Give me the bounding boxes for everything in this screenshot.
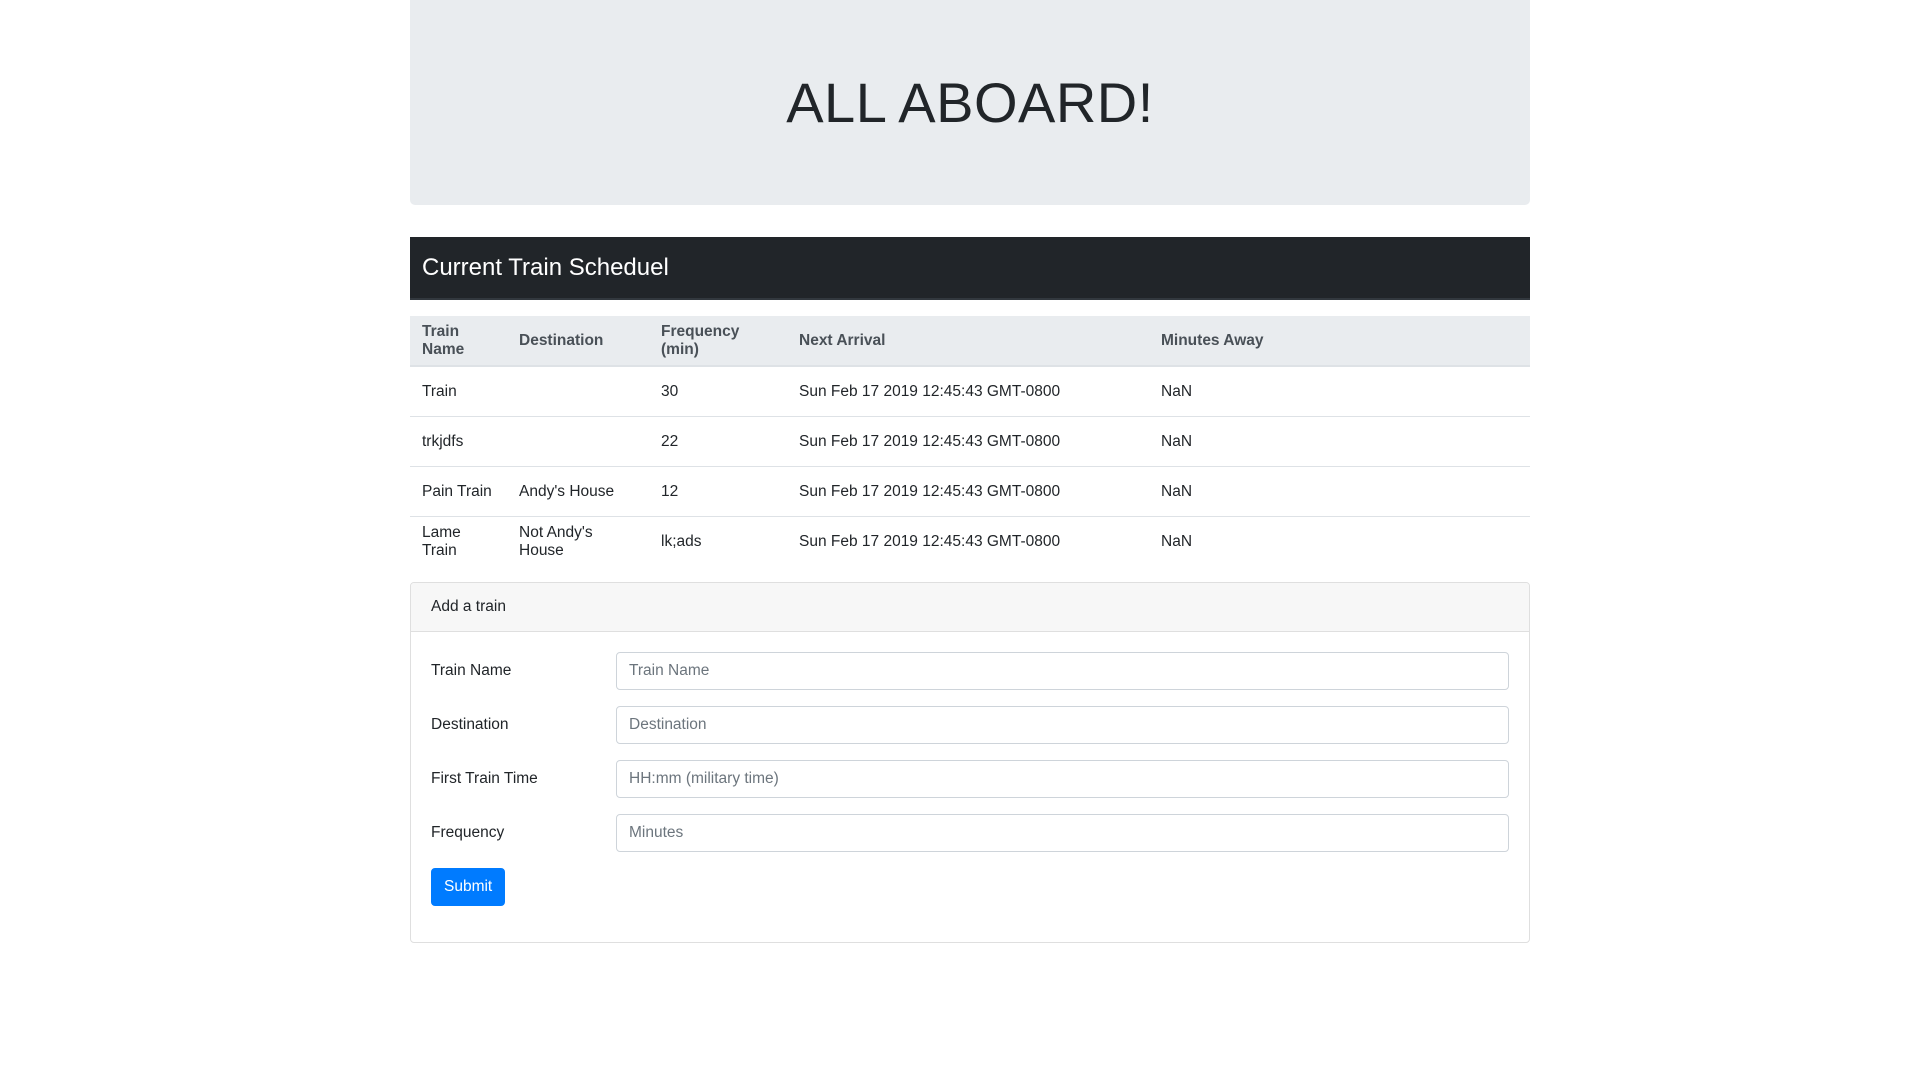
cell-next-arrival: Sun Feb 17 2019 12:45:43 GMT-0800	[787, 466, 1149, 517]
cell-destination: Andy's House	[507, 466, 649, 517]
cell-next-arrival: Sun Feb 17 2019 12:45:43 GMT-0800	[787, 416, 1149, 467]
cell-train-name: Train	[422, 382, 457, 400]
form-row-frequency: Frequency	[431, 814, 1509, 852]
frequency-input[interactable]	[616, 814, 1509, 852]
cell-minutes-away: NaN	[1149, 416, 1530, 467]
cell-minutes-away: NaN	[1149, 466, 1530, 517]
cell-train-name: trkjdfs	[410, 416, 507, 467]
destination-label: Destination	[431, 716, 509, 733]
first-train-time-input[interactable]	[616, 760, 1509, 798]
table-row: Train 30 Sun Feb 17 2019 12:45:43 GMT-08…	[410, 366, 1530, 417]
form-row-first-train-time: First Train Time	[431, 760, 1509, 798]
cell-frequency: 12	[649, 466, 787, 517]
page-title: ALL ABOARD!	[786, 71, 1154, 134]
table-row: Pain Train Andy's House 12 Sun Feb 17 20…	[410, 466, 1530, 517]
add-train-card-header: Add a train	[411, 583, 1529, 632]
cell-destination: Not Andy's House	[507, 516, 649, 566]
column-header-destination: Destination	[507, 316, 649, 367]
cell-train-name: Pain Train	[410, 466, 507, 517]
schedule-header: Current Train Scheduel	[410, 237, 1530, 300]
train-name-label: Train Name	[431, 662, 512, 679]
table-row: Lame Train Not Andy's House lk;ads Sun F…	[410, 516, 1530, 566]
cell-minutes-away: NaN	[1149, 516, 1530, 566]
frequency-label: Frequency	[431, 824, 505, 841]
train-name-input[interactable]	[616, 652, 1509, 690]
cell-destination	[507, 366, 649, 417]
cell-next-arrival: Sun Feb 17 2019 12:45:43 GMT-0800	[799, 382, 1061, 400]
table-body: Train 30 Sun Feb 17 2019 12:45:43 GMT-08…	[410, 366, 1530, 566]
table-row: trkjdfs 22 Sun Feb 17 2019 12:45:43 GMT-…	[410, 416, 1530, 467]
submit-button[interactable]: Submit	[431, 868, 506, 906]
destination-input[interactable]	[616, 706, 1509, 744]
jumbotron: ALL ABOARD!	[410, 0, 1530, 205]
schedule-heading: Current Train Scheduel	[422, 253, 669, 281]
column-header-next-arrival: Next Arrival	[787, 316, 1149, 367]
form-row-destination: Destination	[431, 706, 1509, 744]
cell-train-name: Lame Train	[410, 516, 507, 566]
main-container: ALL ABOARD! Current Train Scheduel Train…	[410, 0, 1530, 943]
form-row-train-name: Train Name	[431, 652, 1509, 690]
column-header-minutes-away: Minutes Away	[1149, 316, 1530, 367]
cell-destination	[507, 416, 649, 467]
first-train-time-label: First Train Time	[431, 770, 538, 787]
cell-frequency: 30	[661, 382, 679, 400]
table-head: Train Name Destination Frequency (min) N…	[410, 316, 1530, 367]
cell-frequency: lk;ads	[649, 516, 787, 566]
cell-frequency: 22	[649, 416, 787, 467]
train-schedule-table: Train Name Destination Frequency (min) N…	[410, 316, 1530, 566]
column-header-frequency: Frequency (min)	[649, 316, 787, 367]
cell-next-arrival: Sun Feb 17 2019 12:45:43 GMT-0800	[787, 516, 1149, 566]
cell-minutes-away: NaN	[1161, 382, 1193, 400]
column-header-train-name: Train Name	[410, 316, 507, 367]
add-train-card: Add a train Train Name Destination First…	[410, 582, 1530, 943]
add-train-form: Train Name Destination First Train Time …	[411, 632, 1529, 942]
table-header-row: Train Name Destination Frequency (min) N…	[410, 316, 1530, 367]
